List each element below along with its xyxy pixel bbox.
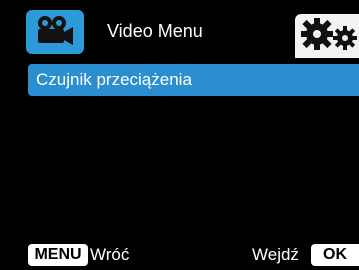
menu-item-label: Czujnik przeciążenia [36,70,192,89]
back-label: Wróć [90,245,130,264]
menu-key-badge[interactable]: MENU [28,244,88,266]
gears-icon [299,16,359,57]
menu-item-g-sensor[interactable]: Czujnik przeciążenia [28,64,359,96]
dashcam-screen: Video Menu Czujnik przeciążenia MENU Wró… [0,0,359,270]
menu-header: Video Menu [0,0,359,58]
video-camera-icon [35,14,75,51]
page-title: Video Menu [107,21,203,41]
enter-label: Wejdź [252,245,299,264]
footer-bar: MENU Wróć Wejdź OK [0,242,359,270]
video-mode-badge [26,10,84,54]
settings-tab[interactable] [295,14,359,58]
ok-key-badge[interactable]: OK [311,244,359,266]
